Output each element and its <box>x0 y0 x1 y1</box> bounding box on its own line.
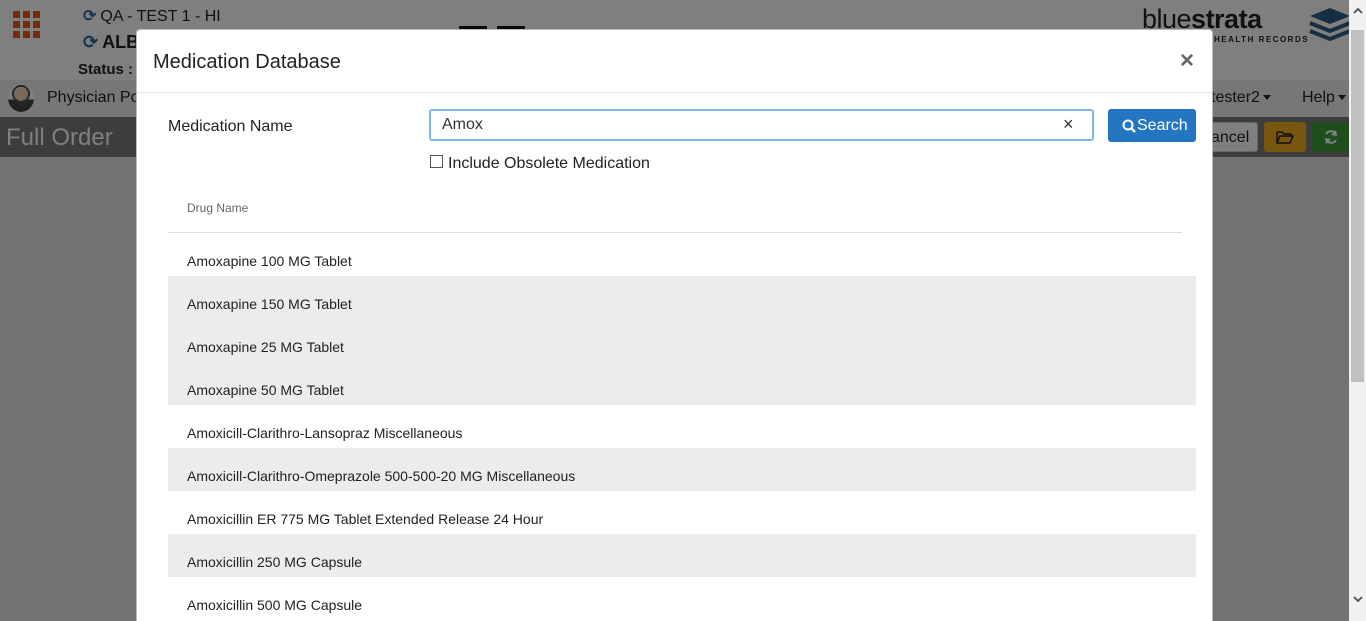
clear-search-icon[interactable]: × <box>1063 114 1074 135</box>
drug-name-column-header[interactable]: Drug Name <box>168 188 1182 233</box>
drug-row[interactable]: Amoxicillin 500 MG Capsule <box>168 577 1196 620</box>
scroll-up-icon[interactable] <box>1353 6 1363 16</box>
medication-database-modal: Medication Database × Medication Name × … <box>136 29 1213 621</box>
search-icon <box>1122 119 1136 133</box>
modal-header: Medication Database × <box>137 30 1212 93</box>
drug-row[interactable]: Amoxapine 50 MG Tablet <box>168 362 1196 405</box>
medication-name-label: Medication Name <box>168 118 293 135</box>
include-obsolete-checkbox[interactable] <box>430 155 443 168</box>
medication-search-input[interactable] <box>429 109 1094 141</box>
drug-row[interactable]: Amoxapine 25 MG Tablet <box>168 319 1196 362</box>
drug-row[interactable]: Amoxicillin ER 775 MG Tablet Extended Re… <box>168 491 1196 534</box>
modal-title: Medication Database <box>153 51 341 73</box>
drug-row[interactable]: Amoxapine 150 MG Tablet <box>168 276 1196 319</box>
include-obsolete-label[interactable]: Include Obsolete Medication <box>448 155 650 173</box>
search-button[interactable]: Search <box>1108 109 1196 142</box>
drug-row[interactable]: Amoxapine 100 MG Tablet <box>168 233 1196 276</box>
page-scrollbar[interactable] <box>1349 0 1366 621</box>
drug-results-list: Amoxapine 100 MG Tablet Amoxapine 150 MG… <box>168 233 1196 620</box>
close-icon[interactable]: × <box>1180 49 1194 73</box>
drug-row[interactable]: Amoxicill-Clarithro-Omeprazole 500-500-2… <box>168 448 1196 491</box>
scroll-thumb[interactable] <box>1351 30 1364 382</box>
drug-row[interactable]: Amoxicillin 250 MG Capsule <box>168 534 1196 577</box>
drug-row[interactable]: Amoxicill-Clarithro-Lansopraz Miscellane… <box>168 405 1196 448</box>
scroll-down-icon[interactable] <box>1353 594 1363 604</box>
